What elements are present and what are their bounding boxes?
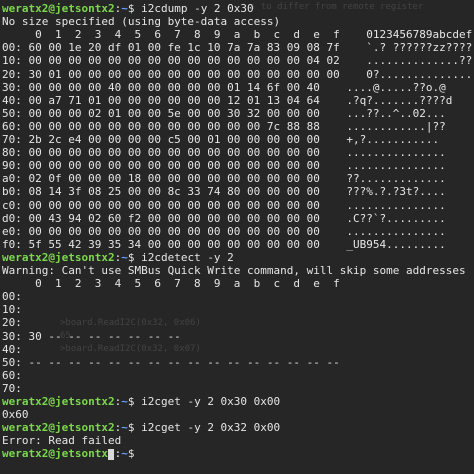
terminal-line: 50: 00 00 00 02 01 00 00 5e 00 00 30 32 … — [2, 106, 446, 120]
terminal-line: a0: 02 0f 00 00 00 18 00 00 00 00 00 00 … — [2, 172, 446, 186]
terminal-line: 70: — [2, 381, 22, 395]
prompt-user: weratx2@jetsontx2 — [2, 447, 115, 461]
terminal-line: 30: 00 00 00 00 40 00 00 00 00 00 01 14 … — [2, 80, 446, 94]
terminal-line: 0x60 — [2, 408, 29, 422]
terminal-line: d0: 00 43 94 02 60 f2 00 00 00 00 00 00 … — [2, 211, 446, 225]
terminal-line: 60: 00 00 00 00 00 00 00 00 00 00 00 00 … — [2, 119, 446, 133]
terminal-line: 80: 00 00 00 00 00 00 00 00 00 00 00 00 … — [2, 146, 446, 160]
terminal-line: weratx2@jetsontx2:~$ i2cdump -y 2 0x30 — [2, 2, 254, 15]
prompt-cwd: ~ — [121, 2, 128, 15]
terminal-line: 20: 30 01 00 00 00 00 00 00 00 00 00 00 … — [2, 67, 473, 81]
terminal-line: 90: 00 00 00 00 00 00 00 00 00 00 00 00 … — [2, 159, 446, 173]
terminal-line: weratx2@jetsontx2:~$ — [2, 447, 142, 461]
terminal-line: 10: — [2, 303, 22, 317]
command-text: $ i2cdetect -y 2 — [127, 250, 234, 264]
prompt-user: weratx2@jetsontx2 — [2, 250, 115, 264]
terminal-line: c0: 00 00 00 00 00 00 00 00 00 00 00 00 … — [2, 198, 446, 212]
terminal-line: Error: Read failed — [2, 434, 122, 448]
prompt-cwd: ~ — [121, 447, 128, 461]
terminal-line: 00: 60 00 1e 20 df 01 00 fe 1c 10 7a 7a … — [2, 41, 473, 55]
command-text: $ i2cget -y 2 0x32 0x00 — [127, 421, 281, 435]
background-code-line: >board.ReadI2C(0x32, 0x06) — [60, 318, 201, 328]
background-code-line: >board.ReadI2C(0x32, 0x07) — [60, 344, 201, 354]
terminal-line: 0 1 2 3 4 5 6 7 8 9 a b c d e f 01234567… — [2, 28, 473, 42]
terminal-line: e0: 00 00 00 00 00 00 00 00 00 00 00 00 … — [2, 224, 446, 238]
background-window-text: s to differ from remote register — [250, 2, 424, 12]
command-text: $ — [127, 447, 142, 461]
terminal-line: 10: 00 00 00 00 00 00 00 00 00 00 00 00 … — [2, 54, 473, 68]
terminal-line: 00: — [2, 290, 22, 304]
terminal-line: No size specified (using byte-data acces… — [2, 15, 281, 29]
prompt-user: weratx2@jetsontx2 — [2, 421, 115, 435]
text-cursor — [108, 449, 114, 460]
terminal-window[interactable]: s to differ from remote register >board.… — [0, 0, 474, 474]
prompt-cwd: ~ — [121, 421, 128, 435]
terminal-line: weratx2@jetsontx2:~$ i2cget -y 2 0x30 0x… — [2, 395, 281, 408]
terminal-line: 40: — [2, 342, 22, 356]
prompt-cwd: ~ — [121, 395, 128, 408]
terminal-line: f0: 5f 55 42 39 35 34 00 00 00 00 00 00 … — [2, 237, 446, 251]
terminal-line: 40: 00 a7 71 01 00 00 00 00 00 00 12 01 … — [2, 93, 453, 107]
terminal-line: 20: — [2, 316, 22, 330]
terminal-line: weratx2@jetsontx2:~$ i2cget -y 2 0x32 0x… — [2, 421, 281, 435]
prompt-cwd: ~ — [121, 250, 128, 264]
terminal-line: 70: 2b 2c e4 00 00 00 00 c5 00 01 00 00 … — [2, 133, 440, 146]
terminal-line: 0 1 2 3 4 5 6 7 8 9 a b c d e f — [2, 277, 340, 291]
terminal-line: b0: 08 14 3f 08 25 00 00 8c 33 74 80 00 … — [2, 185, 446, 199]
terminal-line: weratx2@jetsontx2:~$ i2cdetect -y 2 — [2, 250, 234, 264]
prompt-user: weratx2@jetsontx2 — [2, 2, 115, 15]
command-text: $ i2cdump -y 2 0x30 — [127, 2, 254, 15]
prompt-user: weratx2@jetsontx2 — [2, 395, 115, 408]
terminal-line: 60: — [2, 368, 22, 382]
terminal-line: 50: -- -- -- -- -- -- -- -- -- -- -- -- … — [2, 355, 340, 369]
terminal-line: Warning: Can't use SMBus Quick Write com… — [2, 264, 466, 277]
terminal-line: 30: 30 -- -- -- -- -- -- -- — [2, 329, 181, 343]
command-text: $ i2cget -y 2 0x30 0x00 — [127, 395, 281, 408]
